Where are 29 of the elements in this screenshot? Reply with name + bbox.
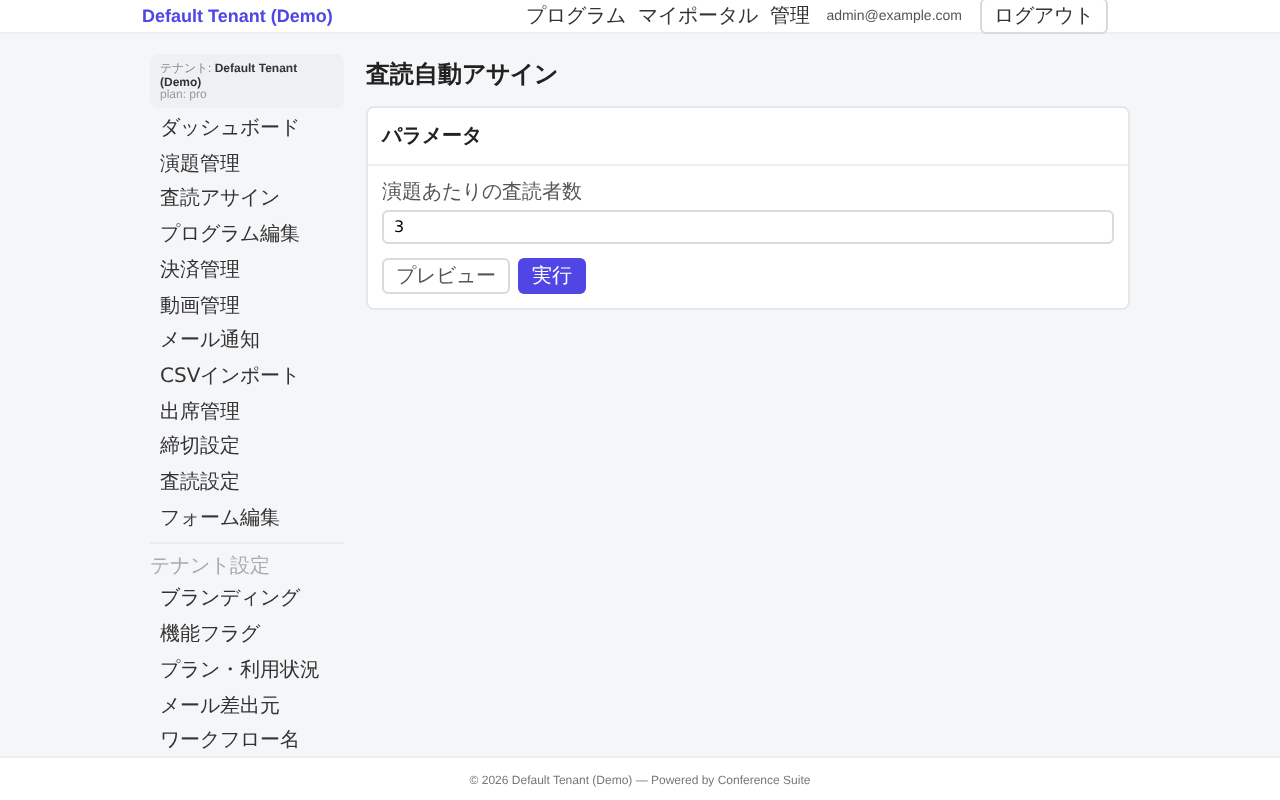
sidebar-item[interactable]: CSVインポート — [150, 359, 344, 396]
sidebar-item[interactable]: プログラム編集 — [150, 218, 344, 254]
reviewers-input-field[interactable]: 3 — [382, 210, 1114, 244]
nav-link[interactable]: 管理 — [770, 2, 811, 30]
sidebar-item[interactable]: ブランディング — [150, 582, 344, 619]
page-title: 査読自動アサイン — [366, 58, 560, 92]
field-label: 演題あたりの査読者数 — [382, 179, 584, 206]
sidebar-item[interactable]: 締切設定 — [150, 430, 344, 467]
sidebar-item[interactable]: プラン・利用状況 — [150, 653, 344, 690]
nav-link[interactable]: マイポータル — [638, 2, 759, 30]
brand-link[interactable]: Default Tenant (Demo) — [142, 6, 333, 26]
sidebar-item[interactable]: 演題管理 — [150, 147, 344, 183]
section-title: テナント設定 — [150, 556, 270, 579]
run-button[interactable]: 実行 — [518, 258, 586, 294]
sidebar-item[interactable]: 動画管理 — [150, 289, 344, 325]
sidebar-item[interactable]: ダッシュボード — [150, 112, 344, 148]
sidebar-item[interactable]: 査読設定 — [150, 466, 344, 502]
logout-button[interactable]: ログアウト — [980, 0, 1108, 34]
nav-link[interactable]: プログラム — [526, 2, 627, 30]
card-title: パラメータ — [368, 108, 1128, 166]
sidebar-item[interactable]: メール差出元 — [150, 689, 344, 725]
sidebar-item[interactable]: ワークフロー名 — [150, 724, 344, 760]
sidebar-item[interactable]: 機能フラグ — [150, 618, 344, 654]
sidebar-item[interactable]: フォーム編集 — [150, 501, 344, 537]
sidebar-item[interactable]: メール通知 — [150, 324, 344, 360]
sidebar-item[interactable]: 決済管理 — [150, 253, 344, 290]
sidebar-item[interactable]: 査読アサイン — [150, 182, 344, 219]
sidebar-item[interactable]: 出席管理 — [150, 395, 344, 431]
preview-button[interactable]: プレビュー — [382, 258, 510, 294]
